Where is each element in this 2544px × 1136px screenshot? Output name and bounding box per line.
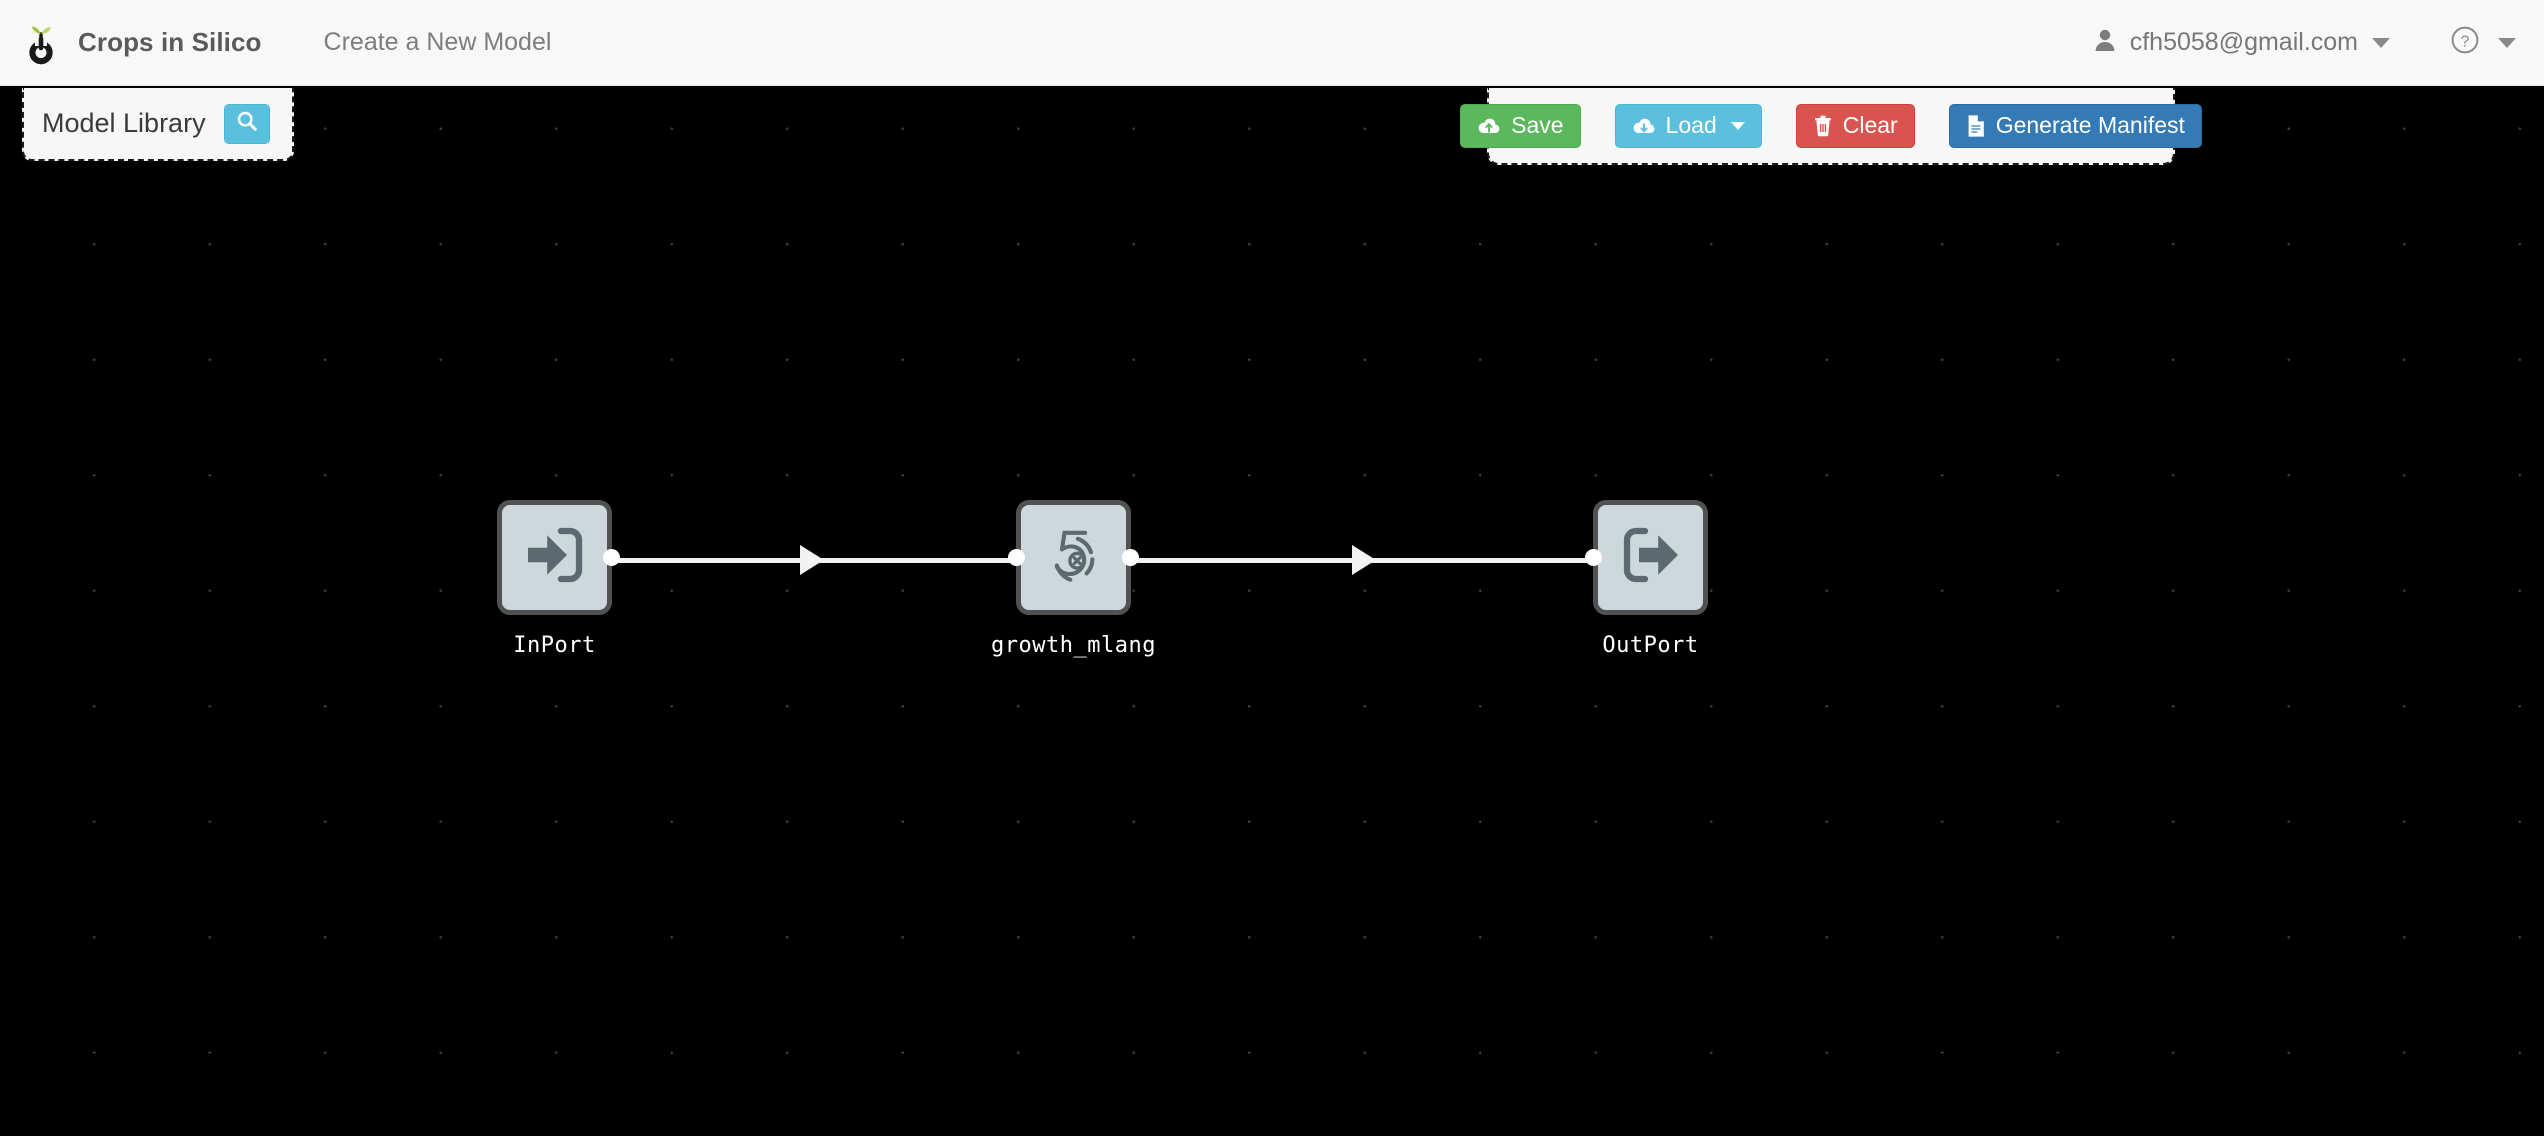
header-right-area: cfh5058@gmail.com ? — [2084, 19, 2544, 66]
graph-node-label: OutPort — [1602, 633, 1699, 658]
load-button-label: Load — [1665, 112, 1717, 138]
save-button[interactable]: Save — [1460, 103, 1581, 148]
chevron-down-icon — [2498, 37, 2516, 48]
node-output-port[interactable] — [603, 549, 620, 566]
graph-node-inport[interactable]: InPort — [497, 500, 620, 658]
brand-area[interactable]: Crops in Silico Create a New Model — [0, 20, 551, 66]
user-email-label: cfh5058@gmail.com — [2129, 28, 2358, 56]
model-five-orbit-icon — [1036, 517, 1112, 598]
svg-text:?: ? — [2461, 33, 2470, 50]
cloud-download-icon — [1632, 116, 1656, 136]
arrow-into-bracket-icon — [519, 519, 591, 596]
question-circle-icon: ? — [2450, 25, 2480, 60]
graph-node-growth-mlang[interactable]: growth_mlang — [991, 500, 1155, 658]
connection-arrowhead-icon — [1352, 545, 1376, 575]
person-icon — [2094, 28, 2116, 57]
generate-manifest-button-label: Generate Manifest — [1995, 112, 2185, 138]
model-library-panel: Model Library — [22, 88, 294, 161]
clear-button-label: Clear — [1842, 112, 1898, 138]
clear-button[interactable]: Clear — [1795, 103, 1915, 148]
node-input-port[interactable] — [1585, 549, 1602, 566]
brand-title: Crops in Silico — [78, 27, 262, 57]
chevron-down-icon — [2372, 37, 2390, 48]
node-output-port[interactable] — [1122, 549, 1139, 566]
graph-node-label: growth_mlang — [991, 633, 1156, 658]
model-graph-canvas[interactable]: InPort growth_mlang OutPort — [0, 0, 2544, 1136]
nav-create-new-model[interactable]: Create a New Model — [324, 28, 552, 57]
node-input-port[interactable] — [1008, 549, 1025, 566]
app-header: Crops in Silico Create a New Model cfh50… — [0, 0, 2544, 86]
graph-node-label: InPort — [513, 633, 596, 658]
chevron-down-icon — [1730, 121, 1745, 130]
load-button[interactable]: Load — [1614, 103, 1762, 148]
document-icon — [1966, 114, 1986, 138]
generate-manifest-button[interactable]: Generate Manifest — [1948, 103, 2202, 148]
sprout-power-logo-icon — [20, 20, 62, 66]
search-icon — [236, 110, 258, 137]
trash-icon — [1813, 115, 1833, 137]
graph-toolbar-panel: Save Load Clear Generate Manifest — [1460, 88, 2202, 165]
model-library-title: Model Library — [42, 108, 206, 138]
connection-arrowhead-icon — [800, 545, 824, 575]
search-button[interactable] — [223, 103, 270, 144]
graph-node-outport[interactable]: OutPort — [1585, 500, 1708, 658]
cloud-upload-icon — [1477, 116, 1501, 136]
help-menu[interactable]: ? — [2446, 19, 2520, 66]
save-button-label: Save — [1511, 112, 1564, 138]
arrow-out-of-bracket-icon — [1615, 519, 1687, 596]
user-menu[interactable]: cfh5058@gmail.com — [2084, 22, 2400, 63]
